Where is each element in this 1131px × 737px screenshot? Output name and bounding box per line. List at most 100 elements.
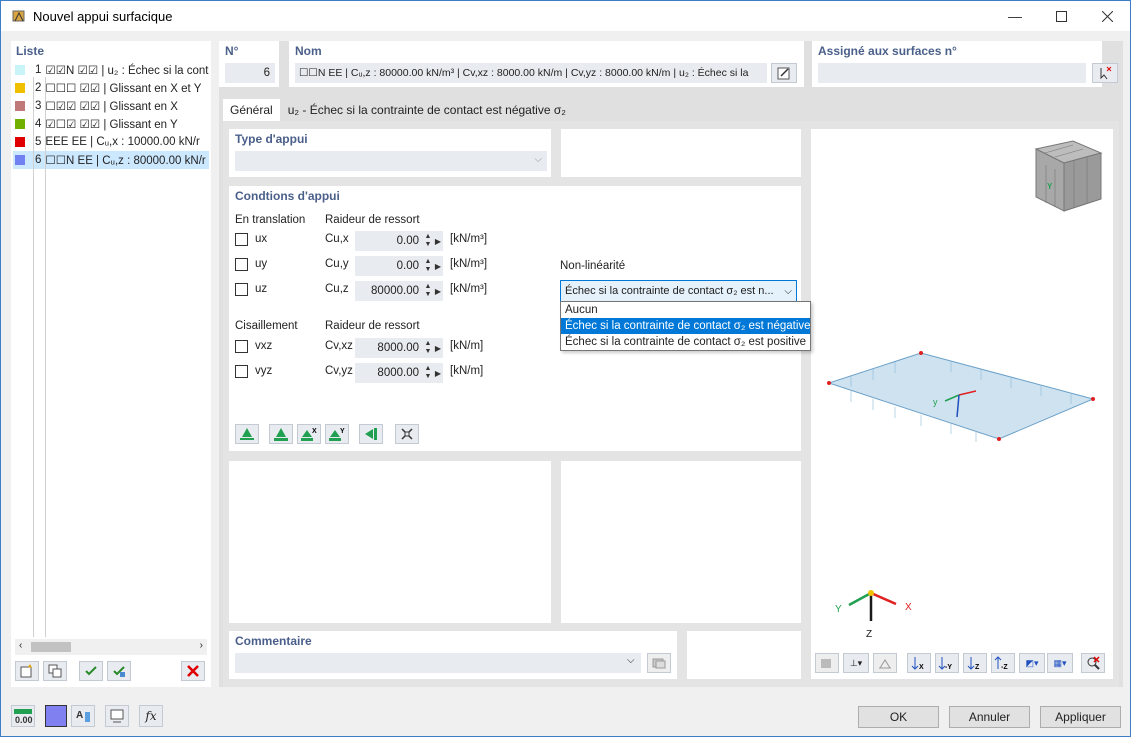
view-minus-z-icon[interactable]: -Z — [991, 653, 1015, 673]
comment-field[interactable] — [235, 653, 641, 673]
reset-view-icon[interactable] — [1081, 653, 1105, 673]
nonlinearity-select[interactable]: Échec si la contrainte de contact σ₂ est… — [560, 280, 797, 302]
vxz-checkbox[interactable] — [235, 340, 248, 353]
nonlinearity-value: Échec si la contrainte de contact σ₂ est… — [565, 285, 774, 297]
preview-3d-view[interactable]: Y y X Y Z — [811, 129, 1113, 649]
tab-general[interactable]: Général — [223, 99, 280, 121]
edit-name-icon[interactable] — [771, 63, 797, 83]
spin-updown-icon[interactable]: ▲ ▼ — [423, 258, 433, 274]
name-field[interactable]: ☐☐N EE | Cᵤ,z : 80000.00 kN/m³ | Cv,xz :… — [295, 63, 767, 83]
layers-icon[interactable]: ▦▾ — [1047, 653, 1073, 673]
axis-options-icon[interactable]: ⊥▾ — [843, 653, 869, 673]
display-options-icon[interactable] — [815, 653, 839, 673]
list-item-label: ☑☐☑ ☑☑ | Glissant en Y — [45, 119, 178, 131]
uy-stiffness-input[interactable]: 0.00 ▲ ▼ ▶ — [355, 256, 443, 276]
uy-checkbox[interactable] — [235, 258, 248, 271]
support-wall-icon[interactable] — [359, 424, 383, 444]
chevron-down-icon: ⌵ — [534, 154, 542, 165]
view-x-icon[interactable]: X — [907, 653, 931, 673]
render-mode-icon[interactable] — [873, 653, 897, 673]
assigned-field[interactable] — [818, 63, 1086, 83]
vyz-stiffness-value: 8000.00 — [377, 367, 419, 379]
spin-updown-icon[interactable]: ▲ ▼ — [423, 283, 433, 299]
delete-icon[interactable] — [181, 661, 205, 681]
view-cube-icon: Y — [1034, 140, 1103, 212]
list-item[interactable]: 6 ☐☐N EE | Cᵤ,z : 80000.00 kN/r — [13, 151, 209, 169]
chevron-right-icon[interactable]: ▶ — [433, 344, 443, 353]
scroll-right-icon[interactable]: › — [200, 640, 203, 651]
vxz-stiffness-input[interactable]: 8000.00 ▲ ▼ ▶ — [355, 338, 443, 358]
spin-updown-icon[interactable]: ▲ ▼ — [423, 365, 433, 381]
svg-text:A: A — [76, 710, 83, 721]
nonlinearity-option[interactable]: Échec si la contrainte de contact σ₂ est… — [561, 318, 811, 334]
support-type-select[interactable]: ⌵ — [235, 151, 547, 171]
nonlinearity-option[interactable]: Échec si la contrainte de contact σ₂ est… — [561, 334, 810, 350]
list-item-label: ☐☐☐ ☑☑ | Glissant en X et Y — [45, 83, 202, 95]
color-swatch-button[interactable] — [45, 705, 67, 727]
list-item[interactable]: 4 ☑☐☑ ☑☑ | Glissant en Y — [13, 115, 209, 133]
number-field: 6 — [225, 63, 275, 83]
list-item[interactable]: 3 ☐☑☑ ☑☑ | Glissant en X — [13, 97, 209, 115]
chevron-down-icon[interactable]: ⌵ — [627, 655, 635, 666]
nonlinearity-option[interactable]: Aucun — [561, 302, 810, 318]
uy-unit: [kN/m³] — [450, 258, 488, 270]
check-all-icon[interactable] — [79, 661, 103, 681]
new-item-icon[interactable] — [15, 661, 39, 681]
spin-updown-icon[interactable]: ▲ ▼ — [423, 233, 433, 249]
chevron-right-icon[interactable]: ▶ — [433, 369, 443, 378]
list-item[interactable]: 5 EEE EE | Cᵤ,x : 10000.00 kN/r — [13, 133, 209, 151]
iso-view-icon[interactable]: ◩▾ — [1019, 653, 1045, 673]
chevron-right-icon[interactable]: ▶ — [433, 237, 443, 246]
select-surfaces-icon[interactable] — [1092, 63, 1118, 83]
view-minus-y-icon[interactable]: -Y — [935, 653, 959, 673]
nonlinearity-options: Aucun Échec si la contrainte de contact σ… — [560, 301, 811, 351]
support-sliding-y-icon[interactable]: Y — [325, 424, 349, 444]
list-item-label: ☑☑N ☑☑ | u₂ : Échec si la cont — [45, 65, 209, 77]
list-item[interactable]: 1 ☑☑N ☑☑ | u₂ : Échec si la cont — [13, 61, 209, 79]
chevron-right-icon[interactable]: ▶ — [433, 287, 443, 296]
spin-updown-icon[interactable]: ▲ ▼ — [423, 340, 433, 356]
chevron-right-icon[interactable]: ▶ — [433, 262, 443, 271]
tab-uz-failure[interactable]: u₂ - Échec si la contrainte de contact e… — [280, 99, 574, 121]
list-scrollbar[interactable]: ‹ › — [15, 639, 207, 655]
uz-checkbox[interactable] — [235, 283, 248, 296]
name-panel: Nom ☐☐N EE | Cᵤ,z : 80000.00 kN/m³ | Cv,… — [289, 41, 804, 87]
vyz-label: vyz — [255, 365, 273, 377]
ok-button[interactable]: OK — [858, 706, 939, 728]
assigned-label: Assigné aux surfaces n° — [818, 44, 957, 58]
comment-library-icon[interactable] — [647, 653, 671, 673]
uz-stiffness-input[interactable]: 80000.00 ▲ ▼ ▶ — [355, 281, 443, 301]
support-sliding-x-icon[interactable]: X — [297, 424, 321, 444]
list-item[interactable]: 2 ☐☐☐ ☑☑ | Glissant en X et Y — [13, 79, 209, 97]
support-fixed-icon[interactable] — [269, 424, 293, 444]
minimize-icon[interactable]: — — [992, 1, 1038, 31]
vyz-checkbox[interactable] — [235, 365, 248, 378]
apply-button[interactable]: Appliquer — [1040, 706, 1121, 728]
formula-icon[interactable]: fx — [139, 705, 163, 727]
ux-label: ux — [255, 233, 268, 245]
close-icon[interactable] — [1084, 1, 1130, 31]
ux-stiffness-input[interactable]: 0.00 ▲ ▼ ▶ — [355, 231, 443, 251]
main-area: N° 6 Nom ☐☐N EE | Cᵤ,z : 80000.00 kN/m³ … — [219, 41, 1123, 687]
free-support-icon[interactable] — [395, 424, 419, 444]
check-selected-icon[interactable] — [107, 661, 131, 681]
scroll-left-icon[interactable]: ‹ — [19, 640, 22, 651]
units-icon[interactable]: 0.00 — [11, 705, 35, 727]
list-item-number: 1 — [35, 64, 42, 76]
uz-stiffness-value: 80000.00 — [371, 285, 419, 297]
text-settings-icon[interactable]: A — [71, 705, 95, 727]
maximize-icon[interactable] — [1038, 1, 1084, 31]
support-hinged-icon[interactable] — [235, 424, 259, 444]
support-type-panel: Type d'appui ⌵ — [229, 129, 551, 177]
ux-checkbox[interactable] — [235, 233, 248, 246]
view-settings-icon[interactable] — [105, 705, 129, 727]
dialog-window: Nouvel appui surfacique — Liste 1 ☑☑N ☑☑ … — [0, 0, 1131, 737]
view-z-icon[interactable]: Z — [963, 653, 987, 673]
cancel-button[interactable]: Annuler — [949, 706, 1030, 728]
window-title: Nouvel appui surfacique — [33, 8, 173, 24]
svg-text:Y: Y — [340, 428, 345, 435]
list-item-color — [15, 119, 25, 129]
vyz-stiffness-input[interactable]: 8000.00 ▲ ▼ ▶ — [355, 363, 443, 383]
copy-item-icon[interactable] — [43, 661, 67, 681]
vyz-coef-label: Cv,yz — [325, 365, 353, 377]
